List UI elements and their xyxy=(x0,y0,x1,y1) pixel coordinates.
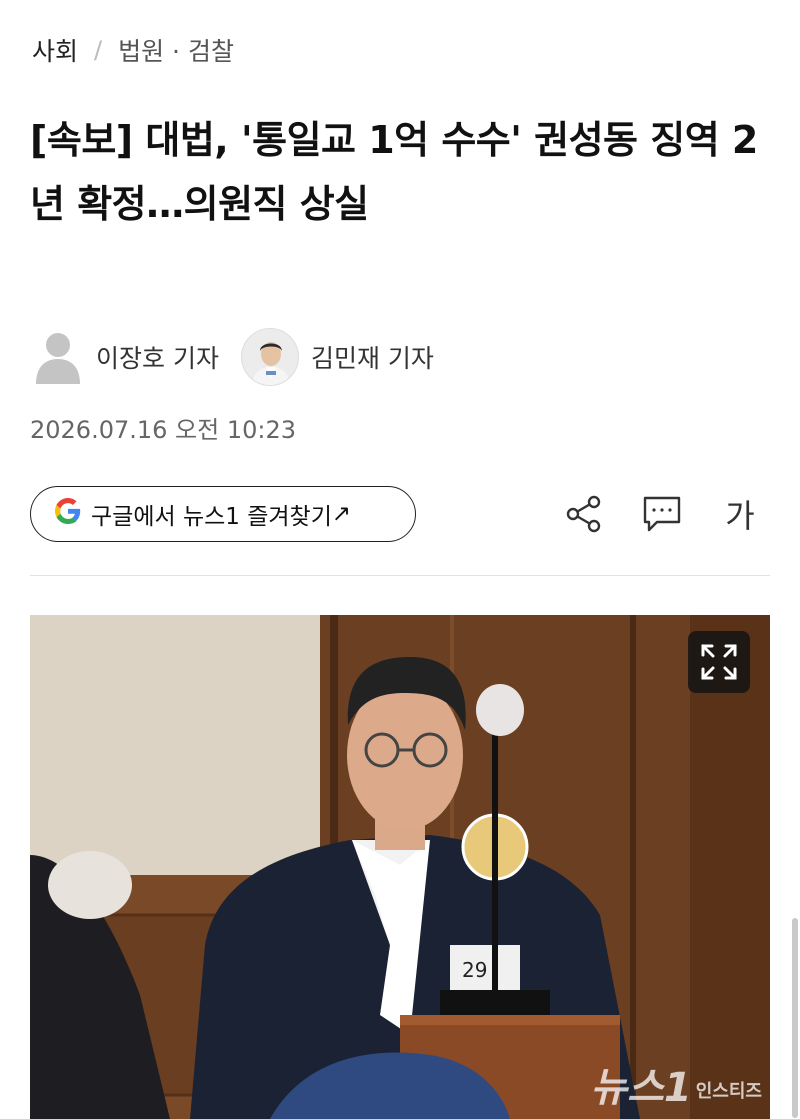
svg-text:29: 29 xyxy=(462,958,487,982)
breadcrumb-section[interactable]: 사회 xyxy=(32,32,78,68)
google-favorite-button[interactable]: 구글에서 뉴스1 즐겨찾기 ↗ xyxy=(30,486,416,542)
publish-date: 2026.07.16 오전 10:23 xyxy=(30,416,296,444)
reporter-name: 김민재 기자 xyxy=(310,344,434,373)
watermark-sub: 인스티즈 xyxy=(695,1081,762,1102)
article-title: [속보] 대법, '통일교 1억 수수' 권성동 징역 2년 확정…의원직 상실 xyxy=(30,118,758,226)
google-button-label: 구글에서 뉴스1 즐겨찾기 xyxy=(91,504,332,530)
reporter-2[interactable]: 김민재 기자 xyxy=(240,328,434,386)
divider xyxy=(30,575,770,576)
expand-icon[interactable] xyxy=(688,631,750,693)
default-avatar-icon xyxy=(32,328,84,386)
breadcrumb-separator: / xyxy=(94,36,103,64)
breadcrumb: 사회 / 법원 · 검찰 xyxy=(32,30,234,70)
google-logo-icon xyxy=(55,497,81,531)
share-icon[interactable] xyxy=(558,488,610,540)
reporter-list: 이장호 기자 김민재 기자 xyxy=(32,326,434,388)
article-tools: 가 xyxy=(558,488,766,540)
scrollbar[interactable] xyxy=(792,918,798,1118)
reporter-1[interactable]: 이장호 기자 xyxy=(32,328,219,386)
article-photo[interactable]: 29 뉴스1 인스티즈 xyxy=(30,615,770,1119)
reporter-name: 이장호 기자 xyxy=(96,344,219,373)
photo-watermark: 뉴스1 인스티즈 xyxy=(590,1055,762,1113)
comment-icon[interactable] xyxy=(636,488,688,540)
font-size-icon[interactable]: 가 xyxy=(714,488,766,540)
external-link-arrow-icon: ↗ xyxy=(331,501,352,527)
watermark-main: 뉴스1 xyxy=(590,1065,692,1111)
breadcrumb-subsection[interactable]: 법원 · 검찰 xyxy=(118,32,234,68)
reporter-avatar-photo xyxy=(240,328,299,386)
